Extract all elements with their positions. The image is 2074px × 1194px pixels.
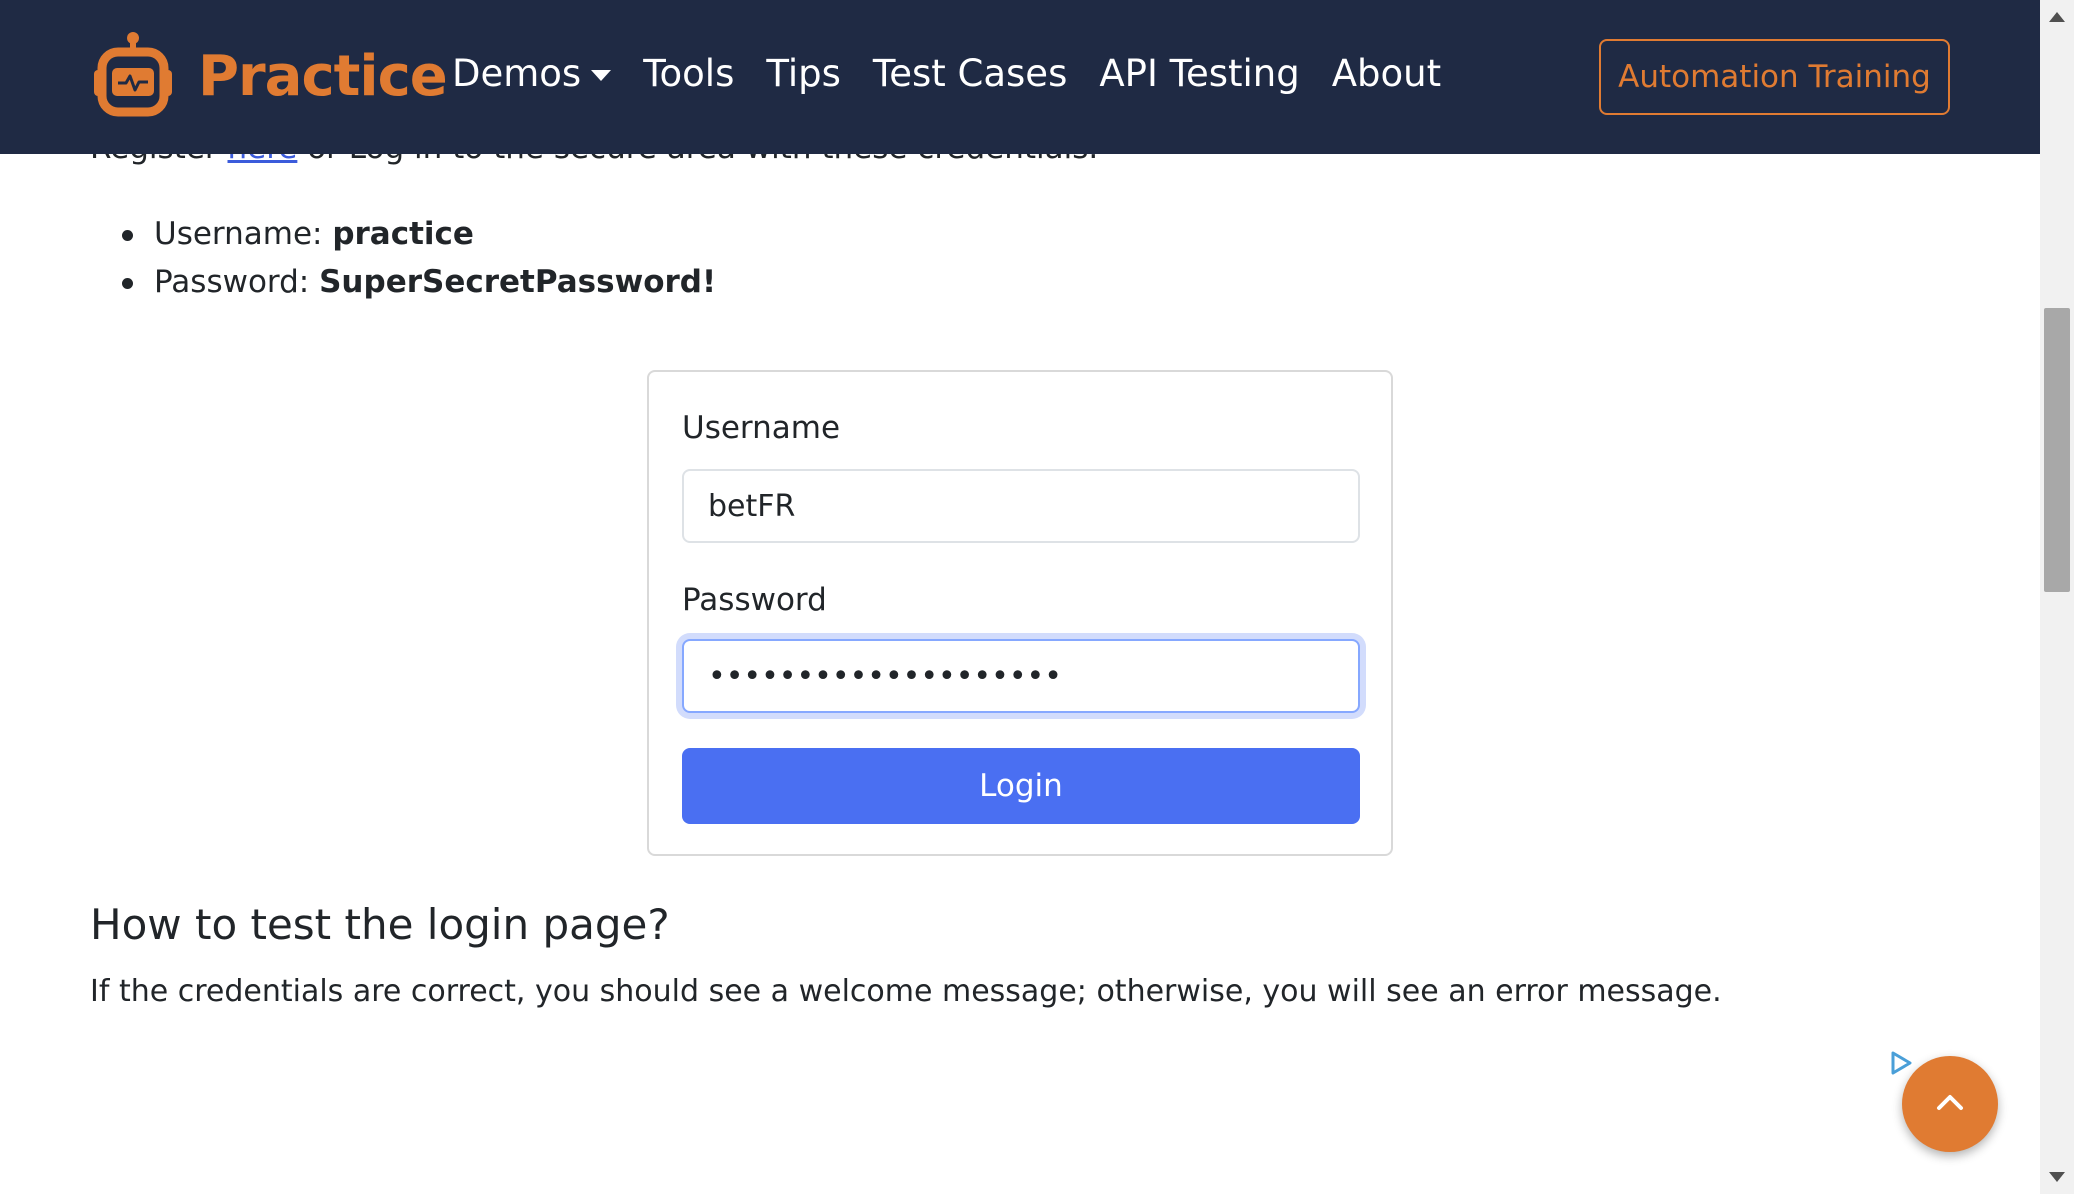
scrollbar-thumb[interactable] <box>2044 308 2070 592</box>
username-label: Username <box>682 410 841 446</box>
nav-link-demos[interactable]: Demos <box>452 52 612 95</box>
password-input[interactable] <box>682 639 1360 713</box>
navbar: Practice Demos Tools Tips Test Cases API… <box>0 0 2040 154</box>
nav-link-tips[interactable]: Tips <box>766 52 841 95</box>
credentials-list: Username: practice Password: SuperSecret… <box>90 210 716 306</box>
credential-username-label: Username: <box>154 216 333 252</box>
nav-link-tools[interactable]: Tools <box>643 52 734 95</box>
username-input[interactable] <box>682 469 1360 543</box>
credential-username-value: practice <box>332 216 474 252</box>
caret-down-icon <box>591 70 612 81</box>
brand-link[interactable]: Practice <box>88 30 448 122</box>
password-label: Password <box>682 582 827 618</box>
scroll-down-arrow-icon[interactable] <box>2040 1160 2074 1194</box>
login-form: Username Password Login <box>647 370 1393 856</box>
nav-link-test-cases[interactable]: Test Cases <box>873 52 1067 95</box>
scroll-up-arrow-icon[interactable] <box>2040 0 2074 34</box>
section-title: How to test the login page? <box>90 900 670 949</box>
robot-logo-icon <box>88 30 178 122</box>
section-text: If the credentials are correct, you shou… <box>90 974 1722 1009</box>
chevron-up-icon <box>1935 1092 1965 1116</box>
credential-password-value: SuperSecretPassword! <box>319 264 717 300</box>
credential-username: Username: practice <box>90 210 716 258</box>
nav-link-about[interactable]: About <box>1332 52 1441 95</box>
nav-link-api-testing[interactable]: API Testing <box>1099 52 1299 95</box>
back-to-top-button[interactable] <box>1902 1056 1998 1152</box>
nav-link-demos-label: Demos <box>452 52 582 95</box>
vertical-scrollbar[interactable] <box>2040 0 2074 1194</box>
automation-training-button[interactable]: Automation Training <box>1599 39 1950 115</box>
credential-password-label: Password: <box>154 264 320 300</box>
brand-name: Practice <box>198 43 448 109</box>
login-button[interactable]: Login <box>682 748 1360 824</box>
page-content: Register here or Log in to the secure ar… <box>0 0 2040 1194</box>
credential-password: Password: SuperSecretPassword! <box>90 258 716 306</box>
ad-choices-icon[interactable] <box>1888 1050 1914 1076</box>
nav-links: Demos Tools Tips Test Cases API Testing … <box>452 52 1473 95</box>
